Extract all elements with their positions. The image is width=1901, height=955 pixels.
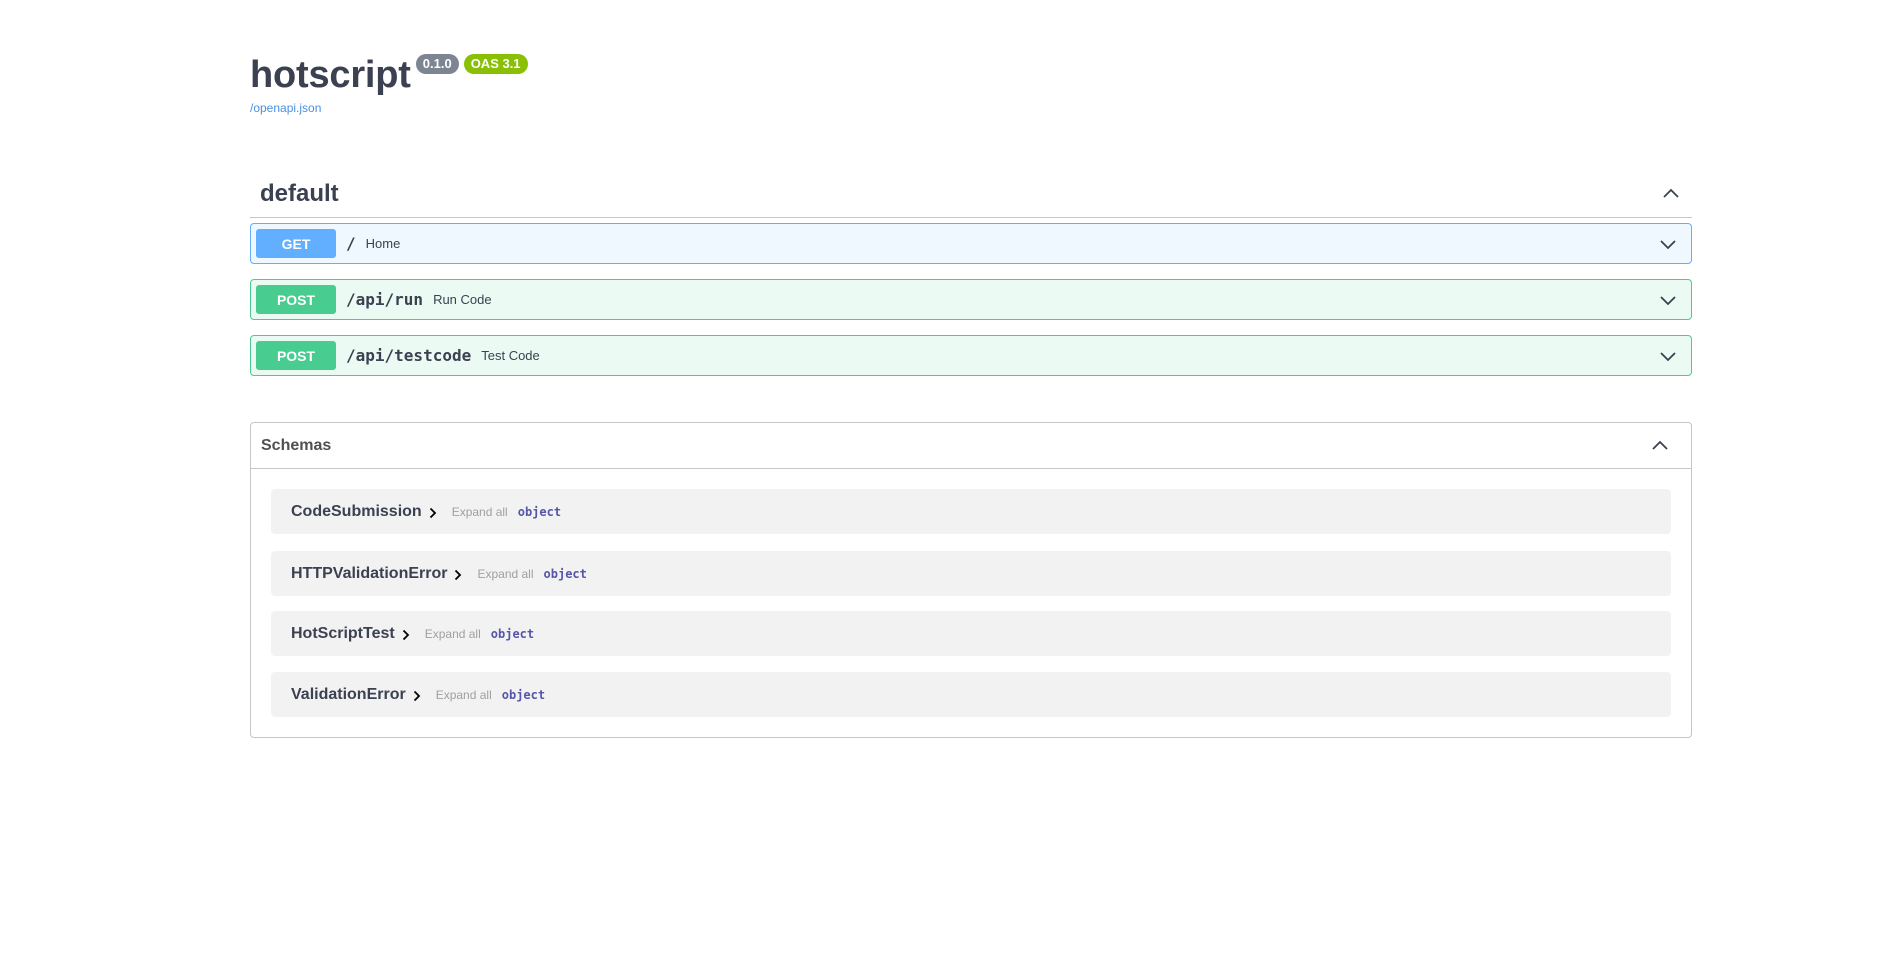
expand-all-button[interactable]: Expand all <box>477 567 533 581</box>
operation-path: / <box>346 234 356 253</box>
operation-summary: Home <box>365 236 401 251</box>
badges: 0.1.0 OAS 3.1 <box>415 54 528 74</box>
oas-badge: OAS 3.1 <box>463 54 528 74</box>
schema-item[interactable]: CodeSubmission Expand all object <box>271 489 1671 534</box>
operation-summary: Test Code <box>481 348 540 363</box>
tag-header[interactable]: default <box>250 170 1692 218</box>
schema-name[interactable]: HTTPValidationError <box>291 565 447 583</box>
expand-all-button[interactable]: Expand all <box>436 688 492 702</box>
method-badge: POST <box>256 341 336 370</box>
operation-get-home[interactable]: GET / Home <box>250 223 1692 264</box>
schema-type: object <box>517 504 562 519</box>
schema-name[interactable]: CodeSubmission <box>291 503 422 521</box>
schemas-header[interactable]: Schemas <box>251 423 1691 469</box>
api-title: hotscript <box>250 54 411 96</box>
schema-type: object <box>543 566 587 581</box>
expand-all-button[interactable]: Expand all <box>425 627 481 641</box>
chevron-right-icon[interactable] <box>412 690 422 702</box>
method-badge: GET <box>256 229 336 258</box>
operation-post-run-code[interactable]: POST /api/run Run Code <box>250 279 1692 320</box>
title-row: hotscript 0.1.0 OAS 3.1 <box>250 51 1692 99</box>
schema-name[interactable]: HotScriptTest <box>291 625 395 643</box>
chevron-right-icon[interactable] <box>453 569 463 581</box>
api-info: hotscript 0.1.0 OAS 3.1 /openapi.json <box>250 0 1692 120</box>
chevron-right-icon[interactable] <box>401 629 411 641</box>
schemas-section: Schemas CodeSubmission Expand all object… <box>250 422 1692 738</box>
openapi-json-link[interactable]: /openapi.json <box>250 101 321 115</box>
chevron-right-icon[interactable] <box>428 507 438 519</box>
chevron-up-icon[interactable] <box>1649 435 1671 457</box>
chevron-down-icon[interactable] <box>1657 345 1679 367</box>
schema-item[interactable]: HTTPValidationError Expand all object <box>271 551 1671 596</box>
chevron-down-icon[interactable] <box>1657 233 1679 255</box>
swagger-ui: hotscript 0.1.0 OAS 3.1 /openapi.json de… <box>250 0 1692 738</box>
schemas-title: Schemas <box>261 436 332 454</box>
operation-path: /api/testcode <box>346 346 472 365</box>
schemas-list: CodeSubmission Expand all object HTTPVal… <box>251 469 1691 737</box>
tag-section-default: default GET / Home POST /api/run Run Cod… <box>250 170 1692 376</box>
operation-summary: Run Code <box>433 292 492 307</box>
schema-name[interactable]: ValidationError <box>291 686 406 704</box>
schema-item[interactable]: HotScriptTest Expand all object <box>271 611 1671 656</box>
method-badge: POST <box>256 285 336 314</box>
expand-all-button[interactable]: Expand all <box>452 505 508 519</box>
chevron-up-icon[interactable] <box>1660 183 1682 205</box>
schema-item[interactable]: ValidationError Expand all object <box>271 672 1671 717</box>
version-badge: 0.1.0 <box>415 54 459 74</box>
tag-name: default <box>260 179 339 207</box>
operation-path: /api/run <box>346 290 424 309</box>
schema-type: object <box>490 626 535 641</box>
chevron-down-icon[interactable] <box>1657 289 1679 311</box>
operation-post-test-code[interactable]: POST /api/testcode Test Code <box>250 335 1692 376</box>
schema-type: object <box>501 687 546 702</box>
